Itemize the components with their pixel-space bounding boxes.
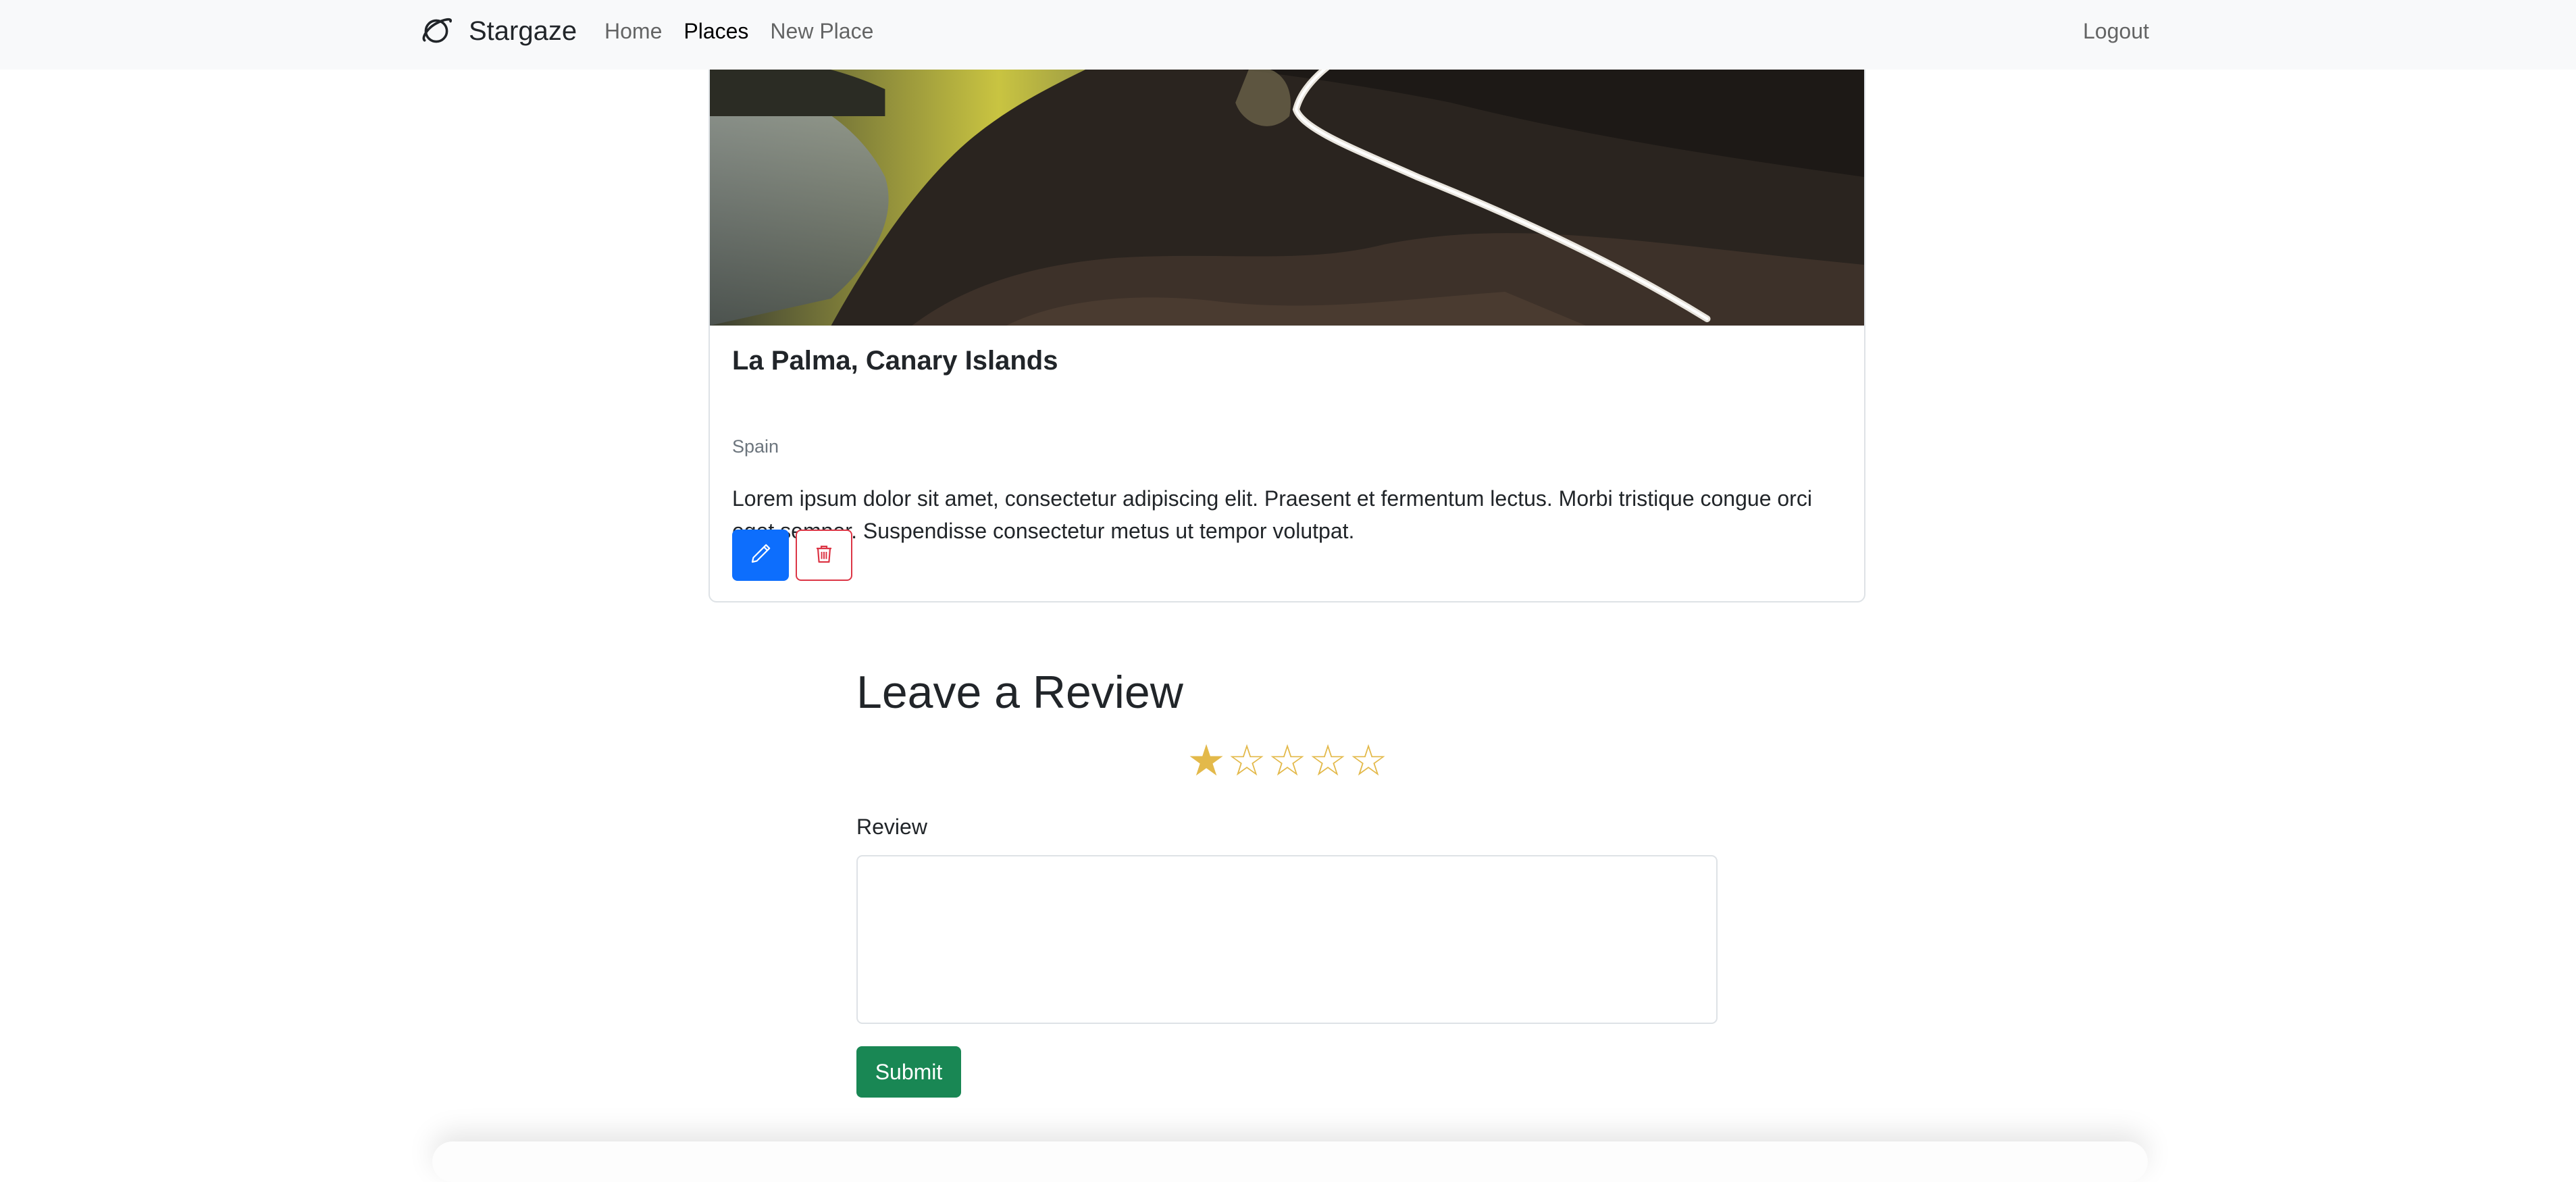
place-description: Lorem ipsum dolor sit amet, consectetur …	[732, 486, 1812, 543]
place-title: La Palma, Canary Islands	[732, 346, 1058, 376]
planet-icon	[420, 15, 453, 47]
star-empty-icon[interactable]: ☆	[1267, 736, 1308, 785]
nav-link-home[interactable]: Home	[604, 19, 662, 44]
star-filled-icon[interactable]: ★	[1186, 736, 1227, 785]
review-heading: Leave a Review	[856, 667, 1183, 718]
place-card: La Palma, Canary Islands Spain Lorem ips…	[709, 41, 1865, 602]
submit-button[interactable]: Submit	[856, 1046, 961, 1098]
delete-button[interactable]	[796, 530, 852, 581]
review-label: Review	[856, 815, 927, 839]
trash-icon	[813, 543, 835, 568]
review-textarea[interactable]	[856, 855, 1718, 1024]
nav-links: Home Places New Place	[604, 19, 895, 44]
footer-edge	[432, 1141, 2148, 1182]
brand[interactable]: Stargaze	[420, 15, 577, 47]
star-rating: ★ ☆ ☆ ☆ ☆	[1186, 736, 1389, 785]
nav-link-places[interactable]: Places	[684, 19, 748, 44]
edit-button[interactable]	[732, 530, 789, 581]
star-empty-icon[interactable]: ☆	[1308, 736, 1348, 785]
star-empty-icon[interactable]: ☆	[1227, 736, 1267, 785]
star-empty-icon[interactable]: ☆	[1348, 736, 1389, 785]
brand-name: Stargaze	[469, 16, 577, 46]
place-location: Spain	[732, 436, 779, 457]
nav-link-new-place[interactable]: New Place	[770, 19, 873, 44]
logout-link[interactable]: Logout	[2083, 19, 2149, 44]
place-image	[710, 42, 1864, 326]
pencil-icon	[750, 543, 771, 568]
navbar: Stargaze Home Places New Place Logout	[0, 0, 2576, 70]
